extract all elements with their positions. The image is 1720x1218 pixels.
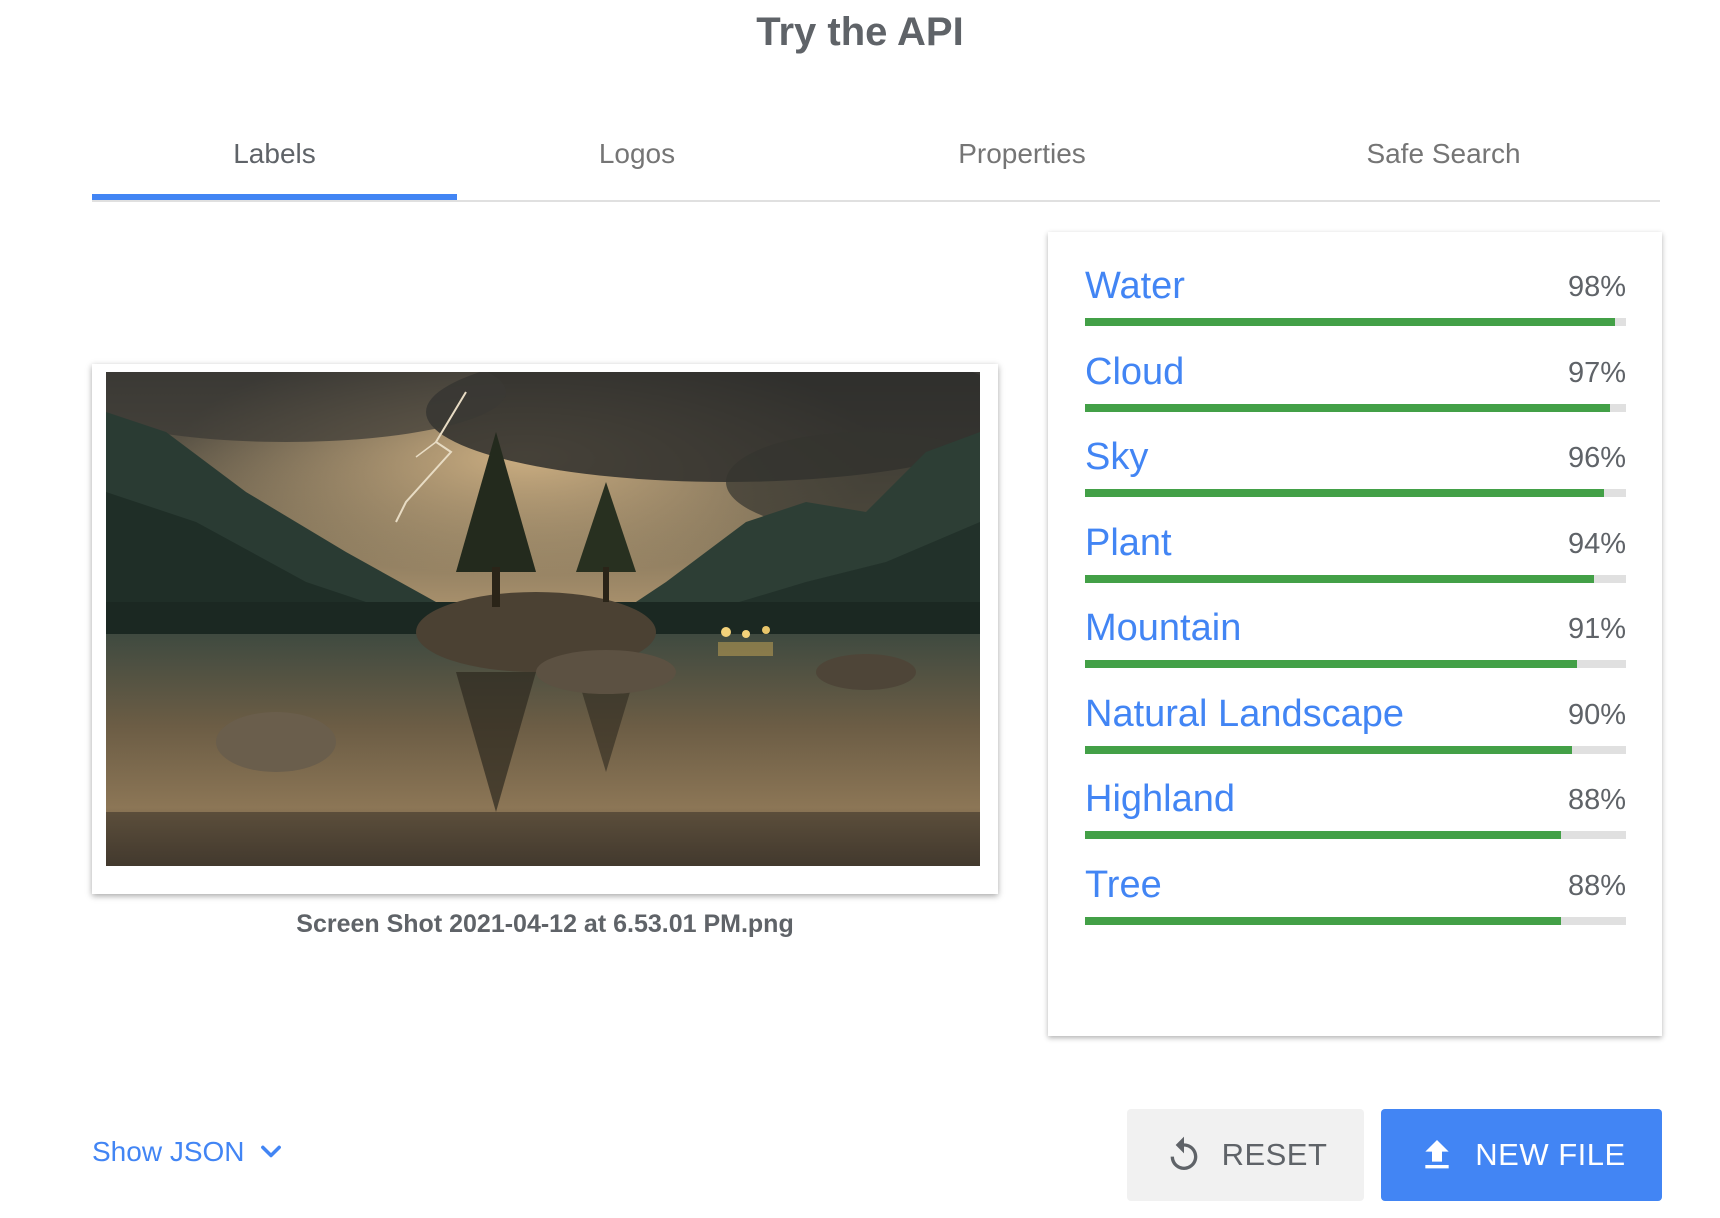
reset-icon [1164,1135,1204,1175]
label-score: 88% [1567,784,1626,816]
label-row: Natural Landscape 90% [1085,656,1626,754]
image-filename: Screen Shot 2021-04-12 at 6.53.01 PM.png [296,910,794,938]
confidence-bar-fill [1085,916,1561,925]
label-name[interactable]: Plant [1085,521,1172,565]
label-row: Tree 88% [1085,827,1626,925]
reset-button[interactable]: RESET [1127,1109,1364,1201]
label-name[interactable]: Natural Landscape [1085,692,1404,736]
confidence-bar-track [1085,916,1626,925]
tab-bar: Labels Logos Properties Safe Search [92,110,1660,202]
label-row: Highland 88% [1085,741,1626,839]
tab-logos[interactable]: Logos [457,110,817,198]
label-name[interactable]: Highland [1085,777,1235,821]
new-file-label: NEW FILE [1475,1137,1626,1172]
chevron-down-icon [257,1138,285,1166]
label-score: 98% [1567,271,1626,303]
uploaded-image [106,372,980,866]
label-score: 97% [1567,356,1626,389]
label-name[interactable]: Mountain [1085,606,1241,650]
upload-icon [1417,1135,1457,1175]
label-row: Sky 96% [1085,399,1626,497]
page: Try the API Labels Logos Properties Safe… [0,0,1720,1218]
label-name[interactable]: Cloud [1085,350,1184,394]
show-json-toggle[interactable]: Show JSON [92,1136,285,1168]
new-file-button[interactable]: NEW FILE [1381,1109,1662,1201]
label-row: Mountain 91% [1085,570,1626,668]
label-name[interactable]: Tree [1085,863,1162,907]
label-name[interactable]: Sky [1085,435,1148,479]
label-score: 94% [1567,527,1626,560]
tab-properties[interactable]: Properties [817,110,1227,198]
label-row: Cloud 97% [1085,314,1626,412]
label-score: 88% [1567,869,1626,902]
label-score: 96% [1567,442,1626,474]
reset-label: RESET [1221,1137,1328,1172]
labels-panel: Water 98% Cloud 97% Sky 96% Plant 94% Mountain 91… [1048,232,1662,1036]
page-title: Try the API [756,10,964,54]
label-name[interactable]: Water [1085,264,1185,308]
label-row: Plant 94% [1085,485,1626,583]
label-score: 90% [1567,698,1626,731]
show-json-label: Show JSON [92,1136,245,1167]
image-preview-card [92,364,998,894]
tab-safe-search[interactable]: Safe Search [1227,110,1660,198]
label-row: Water 98% [1085,232,1626,326]
tab-labels[interactable]: Labels [92,110,457,200]
label-score: 91% [1567,613,1626,645]
